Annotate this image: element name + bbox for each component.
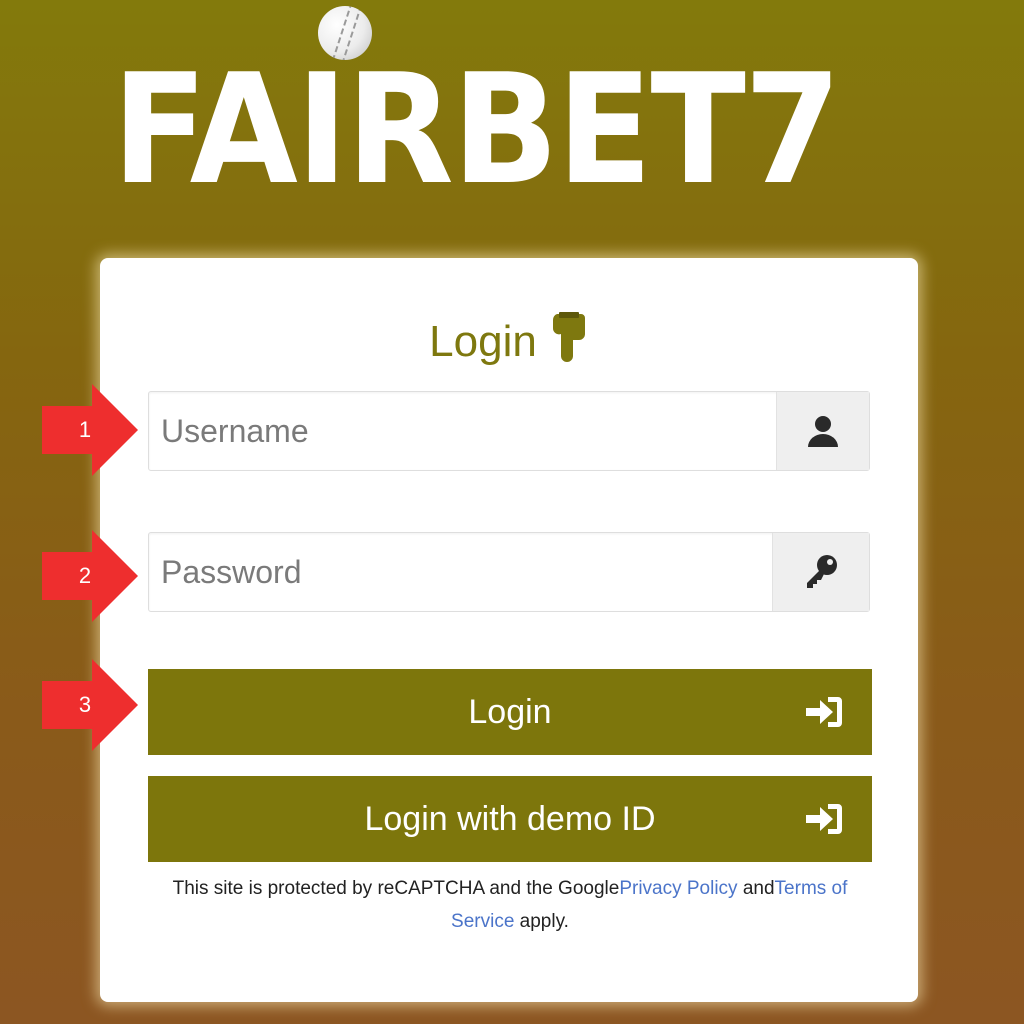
hand-pointing-down-icon (552, 312, 585, 362)
login-heading: Login (100, 310, 918, 367)
username-field (148, 391, 870, 471)
login-button-label: Login (468, 693, 552, 731)
login-card: Login Login (100, 258, 918, 1002)
step-arrow-3: 3 (42, 659, 142, 751)
login-title-text: Login (429, 317, 537, 366)
step-number-1: 1 (78, 417, 92, 442)
username-addon (776, 392, 869, 470)
sign-in-icon (806, 804, 842, 834)
step-number-2: 2 (78, 563, 92, 588)
key-icon (807, 555, 837, 588)
sign-in-icon (806, 697, 842, 727)
recaptcha-suffix: apply. (514, 911, 569, 932)
username-input[interactable] (149, 392, 777, 470)
login-button[interactable]: Login (148, 669, 872, 755)
recaptcha-notice: This site is protected by reCAPTCHA and … (148, 872, 872, 938)
user-icon (808, 416, 838, 447)
login-demo-button[interactable]: Login with demo ID (148, 776, 872, 862)
step-arrow-2: 2 (42, 530, 142, 622)
password-input[interactable] (149, 533, 777, 611)
password-addon (772, 533, 869, 611)
step-arrow-1: 1 (42, 384, 142, 476)
recaptcha-prefix: This site is protected by reCAPTCHA and … (172, 878, 620, 899)
privacy-policy-link[interactable]: Privacy Policy (619, 878, 737, 899)
demo-button-label: Login with demo ID (364, 800, 656, 838)
brand-logo: FAIRBET7 (112, 41, 841, 218)
recaptcha-middle: and (737, 878, 775, 899)
step-number-3: 3 (78, 692, 92, 717)
password-field (148, 532, 870, 612)
